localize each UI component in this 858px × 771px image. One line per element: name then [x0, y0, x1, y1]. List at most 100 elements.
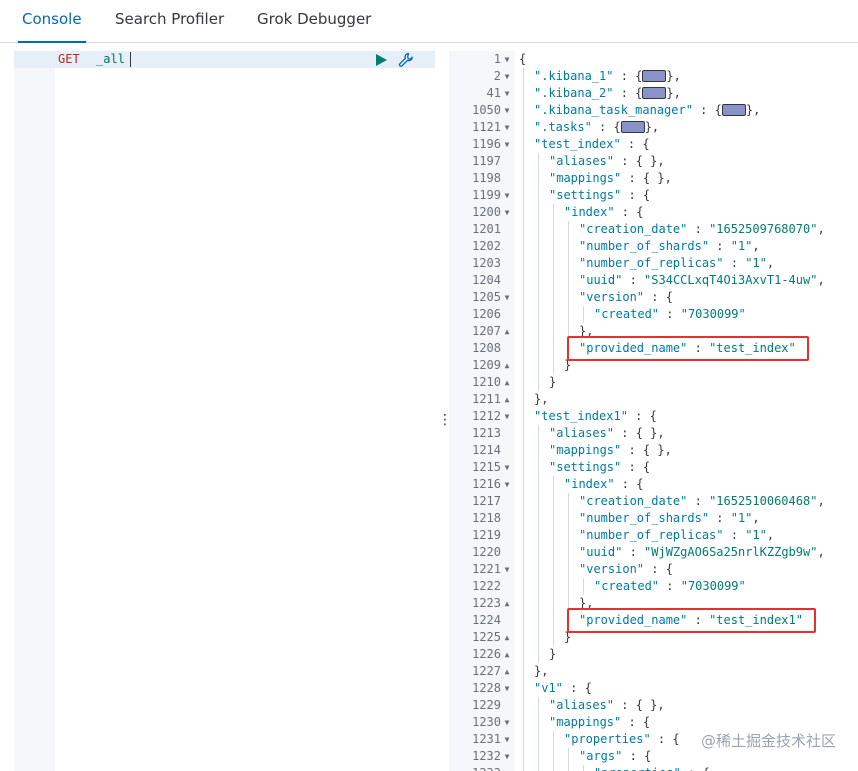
fold-arrow-down-icon[interactable]: ▼ [503, 476, 511, 493]
line-number: 1217 [472, 494, 501, 508]
json-punctuation: : { [644, 290, 673, 304]
response-viewer[interactable]: 1 ▼{2 ▼ ".kibana_1" : {}, 41 ▼ ".kibana_2" : {… [449, 51, 858, 771]
json-punctuation: , [752, 239, 760, 253]
highlight-box [567, 608, 817, 633]
code-text: "v1" : { [534, 680, 592, 697]
json-key: "mappings" [549, 171, 622, 185]
json-string: "WjWZgAO6Sa25nrlKZZgb9w" [644, 545, 818, 559]
response-line: 1050 ▼ ".kibana_task_manager" : {}, [449, 102, 858, 119]
fold-arrow-up-icon[interactable]: ▲ [503, 646, 511, 663]
json-punctuation: : [723, 256, 746, 270]
collapsed-block-icon[interactable] [642, 69, 667, 82]
code-text: ".kibana_1" : {}, [534, 68, 681, 85]
code-text: "settings" : { [549, 459, 650, 476]
json-punctuation: : [659, 579, 681, 593]
fold-arrow-up-icon[interactable]: ▲ [503, 357, 511, 374]
json-punctuation: : [687, 494, 710, 508]
vertical-ellipsis-icon[interactable]: ⋮ [438, 410, 452, 430]
tab-console[interactable]: Console [18, 0, 86, 43]
tab-search-profiler[interactable]: Search Profiler [115, 0, 224, 42]
fold-arrow-down-icon[interactable]: ▼ [503, 459, 511, 476]
line-number: 1050 [472, 103, 501, 117]
wrench-icon[interactable] [398, 52, 414, 68]
code-text: "mappings" : { [549, 714, 650, 731]
fold-arrow-down-icon[interactable]: ▼ [503, 102, 511, 119]
line-number: 1213 [472, 426, 501, 440]
fold-arrow-down-icon[interactable]: ▼ [503, 136, 511, 153]
fold-arrow-down-icon[interactable]: ▼ [503, 68, 511, 85]
fold-arrow-up-icon[interactable]: ▲ [503, 629, 511, 646]
fold-arrow-down-icon[interactable]: ▼ [503, 561, 511, 578]
fold-arrow-down-icon[interactable]: ▼ [503, 408, 511, 425]
response-line: 1227 ▲}, [449, 663, 858, 680]
tab-grok-debugger[interactable]: Grok Debugger [257, 0, 371, 42]
fold-arrow-up-icon[interactable]: ▲ [503, 663, 511, 680]
request-editor[interactable]: 1 2 GET _all [14, 51, 435, 771]
fold-arrow-down-icon[interactable]: ▼ [503, 119, 511, 136]
fold-arrow-down-icon[interactable]: ▼ [503, 748, 511, 765]
fold-arrow-up-icon[interactable]: ▲ [503, 595, 511, 612]
code-text: "index" : { [564, 476, 643, 493]
line-number: 1218 [472, 511, 501, 525]
line-number: 1216 [472, 477, 501, 491]
response-line: 1201 "creation_date" : "1652509768070", [449, 221, 858, 238]
fold-arrow-up-icon[interactable]: ▲ [503, 391, 511, 408]
json-key: "test_index" [534, 137, 621, 151]
json-punctuation: , [817, 545, 825, 559]
code-text: "test_index1" : { [534, 408, 657, 425]
response-line: 1215 ▼ "settings" : { [449, 459, 858, 476]
line-number: 1 [0, 51, 14, 68]
collapsed-block-icon[interactable] [721, 103, 746, 116]
code-text: "properties" : { [564, 731, 680, 748]
json-key: "version" [579, 290, 645, 304]
fold-arrow-down-icon[interactable]: ▼ [503, 204, 511, 221]
line-number: 1224 [472, 613, 501, 627]
response-line: 1211 ▲}, [449, 391, 858, 408]
json-key: "test_index1" [534, 409, 628, 423]
json-punctuation: : [709, 511, 731, 525]
code-text: }, [534, 663, 548, 680]
line-number: 1232 [472, 749, 501, 763]
request-method[interactable]: GET [58, 51, 80, 68]
line-number: 1208 [472, 341, 501, 355]
fold-arrow-up-icon[interactable]: ▲ [503, 374, 511, 391]
response-line: 1221 ▼ "version" : { [449, 561, 858, 578]
json-key: "aliases" [549, 154, 615, 168]
watermark: @稀土掘金技术社区 [700, 732, 836, 750]
response-line: 1 ▼ { [449, 51, 858, 68]
fold-arrow-down-icon[interactable]: ▼ [503, 680, 511, 697]
response-line: 1210 ▲} [449, 374, 858, 391]
code-text: ".kibana_task_manager" : {}, [534, 102, 760, 119]
json-key: "settings" [549, 460, 622, 474]
fold-arrow-down-icon[interactable]: ▼ [503, 51, 511, 68]
response-line: 1214 "mappings" : { }, [449, 442, 858, 459]
json-key: "properties" [564, 732, 651, 746]
response-line: 1213 "aliases" : { }, [449, 425, 858, 442]
json-punctuation: : [723, 528, 746, 542]
line-number: 1199 [472, 188, 501, 202]
line-number: 1202 [472, 239, 501, 253]
code-text: } [549, 374, 556, 391]
line-number: 1211 [472, 392, 501, 406]
play-icon[interactable] [374, 53, 388, 67]
collapsed-block-icon[interactable] [642, 86, 667, 99]
line-number: 2 [0, 68, 14, 85]
fold-arrow-up-icon[interactable]: ▲ [503, 323, 511, 340]
fold-arrow-down-icon[interactable]: ▼ [503, 289, 511, 306]
response-line: 1202 "number_of_shards" : "1", [449, 238, 858, 255]
fold-arrow-down-icon[interactable]: ▼ [503, 85, 511, 102]
json-punctuation: : { [621, 188, 651, 202]
code-text: } [549, 646, 556, 663]
json-key: "index" [564, 205, 615, 219]
fold-arrow-down-icon[interactable]: ▼ [503, 731, 511, 748]
collapsed-block-icon[interactable] [620, 120, 645, 133]
fold-arrow-down-icon[interactable]: ▼ [503, 187, 511, 204]
response-line: 1226 ▲} [449, 646, 858, 663]
fold-arrow-down-icon[interactable]: ▼ [503, 714, 511, 731]
response-line: 1217 "creation_date" : "1652510060468", [449, 493, 858, 510]
json-key: "v1" [534, 681, 563, 695]
line-number: 1229 [472, 698, 501, 712]
request-path[interactable]: _all [96, 51, 125, 68]
line-number: 1204 [472, 273, 501, 287]
json-key: "number_of_replicas" [579, 528, 724, 542]
